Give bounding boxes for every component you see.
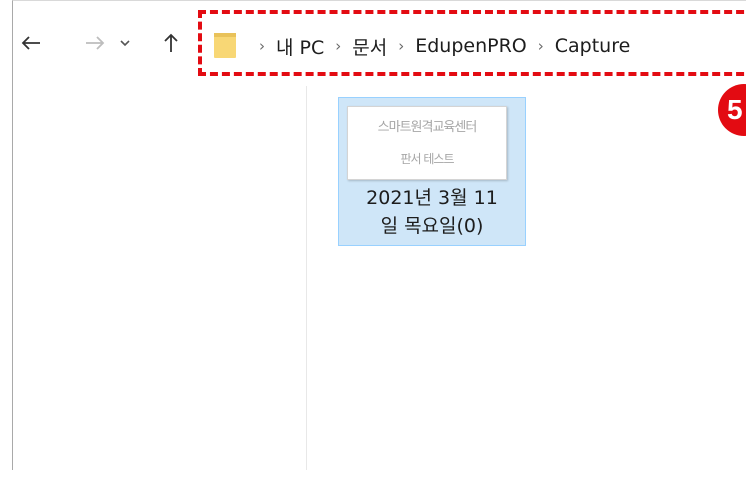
file-name-line: 일 목요일(0) — [380, 215, 484, 237]
file-name: 2021년 3월 11 일 목요일(0) — [339, 184, 525, 240]
recent-locations-button[interactable] — [112, 26, 138, 60]
forward-arrow-icon — [86, 36, 105, 50]
highlight-box — [198, 10, 746, 76]
back-arrow-icon — [21, 36, 40, 50]
file-item[interactable]: 스마트원격교육센터 판서 테스트 2021년 3월 11 일 목요일(0) — [338, 97, 526, 246]
file-name-line: 2021년 3월 11 — [366, 187, 498, 209]
up-button[interactable] — [158, 26, 184, 60]
pane-divider — [306, 86, 307, 470]
thumbnail-text: 판서 테스트 — [400, 152, 454, 166]
chevron-down-icon — [120, 40, 130, 47]
file-thumbnail: 스마트원격교육센터 판서 테스트 — [347, 106, 507, 180]
back-button[interactable] — [18, 26, 44, 60]
thumbnail-text: 스마트원격교육센터 — [377, 120, 478, 135]
up-arrow-icon — [164, 33, 178, 52]
forward-button[interactable] — [82, 26, 108, 60]
